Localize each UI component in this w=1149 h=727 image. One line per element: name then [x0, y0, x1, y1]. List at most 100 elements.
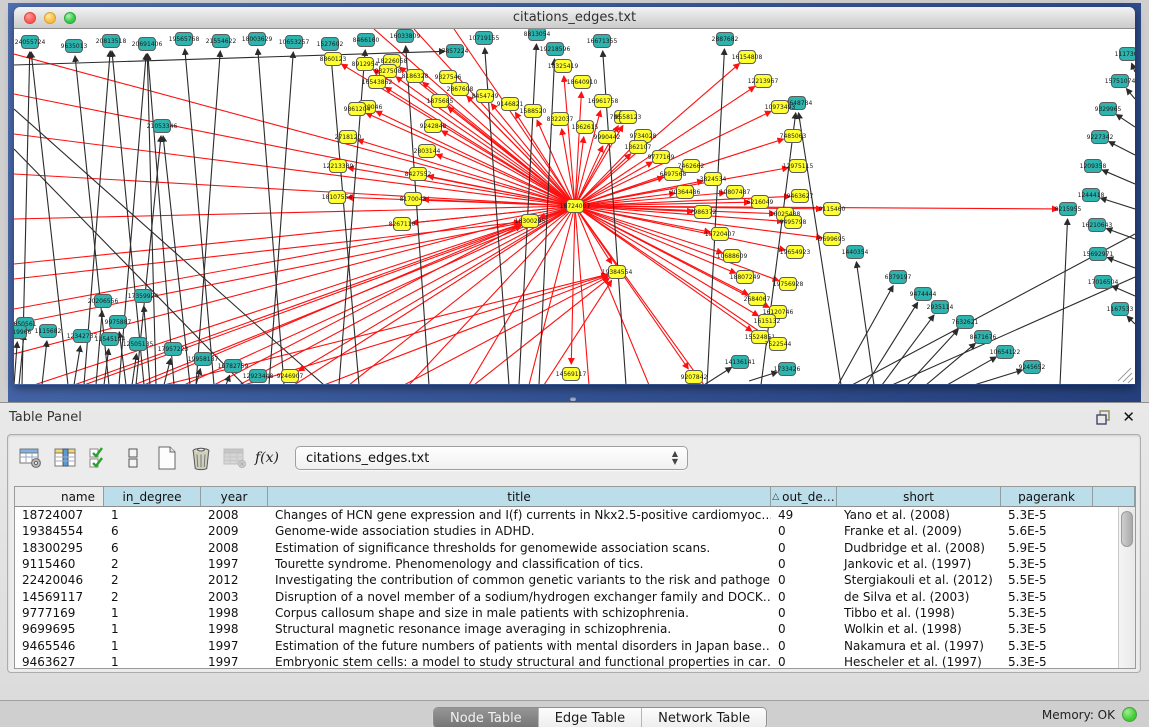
black-citation-edge[interactable] — [164, 359, 171, 384]
black-citation-edge[interactable] — [96, 311, 102, 384]
table-cell-in_degree[interactable]: 1 — [104, 639, 201, 653]
trash-icon[interactable] — [186, 444, 216, 472]
table-cell-year[interactable]: 1998 — [201, 622, 268, 636]
table-cell-name[interactable]: 9465546 — [15, 639, 104, 653]
table-cell-pagerank[interactable]: 5.3E-5 — [1001, 557, 1093, 571]
table-row[interactable]: 977716911998Corpus callosum shape and si… — [15, 605, 1118, 621]
table-row[interactable]: 1830029562008Estimation of significance … — [15, 540, 1118, 556]
table-cell-pagerank[interactable]: 5.3E-5 — [1001, 606, 1093, 620]
table-row[interactable]: 1456911722003Disruption of a novel membe… — [15, 588, 1118, 604]
table-cell-year[interactable]: 2008 — [201, 541, 268, 555]
black-citation-edge[interactable] — [926, 343, 975, 384]
table-cell-name[interactable]: 9777169 — [15, 606, 104, 620]
red-citation-edge[interactable] — [74, 224, 521, 384]
column-header-short[interactable]: short — [837, 487, 1001, 506]
black-citation-edge[interactable] — [132, 354, 137, 384]
table-cell-out_de[interactable]: 49 — [771, 508, 837, 522]
table-cell-name[interactable]: 9115460 — [15, 557, 104, 571]
red-citation-edge[interactable] — [575, 154, 631, 206]
network-window[interactable]: citations_edges.txt 24055724963501320813… — [14, 7, 1135, 385]
black-citation-edge[interactable] — [1107, 258, 1135, 268]
table-cell-out_de[interactable]: 0 — [771, 606, 837, 620]
table-cell-short[interactable]: Hescheler et al. (1997) — [837, 655, 1001, 669]
function-icon[interactable]: f(x) — [254, 444, 284, 472]
column-header-title[interactable]: title — [268, 487, 771, 506]
black-citation-edge[interactable] — [1106, 228, 1135, 239]
black-citation-edge[interactable] — [119, 54, 146, 384]
table-cell-title[interactable]: Corpus callosum shape and size in male p… — [268, 606, 771, 620]
red-citation-edge[interactable] — [575, 92, 581, 206]
table-cell-title[interactable]: Investigating the contribution of common… — [268, 573, 771, 587]
row-checks-icon[interactable] — [84, 444, 114, 472]
table-cell-name[interactable]: 19384554 — [15, 524, 104, 538]
black-citation-edge[interactable] — [856, 262, 874, 384]
black-citation-edge[interactable] — [19, 334, 24, 384]
table-cell-title[interactable]: Structural magnetic resonance image aver… — [268, 622, 771, 636]
column-header-pagerank[interactable]: pagerank — [1001, 487, 1093, 506]
red-citation-edge[interactable] — [14, 222, 520, 279]
column-header-in_degree[interactable]: in_degree — [104, 487, 201, 506]
citation-network-graph[interactable]: 2405572496350132081351820691406195657682… — [14, 29, 1135, 384]
black-citation-edge[interactable] — [1060, 219, 1068, 384]
table-cell-short[interactable]: Dudbridge et al. (2008) — [837, 541, 1001, 555]
table-cell-out_de[interactable]: 0 — [771, 541, 837, 555]
table-cell-pagerank[interactable]: 5.5E-5 — [1001, 573, 1093, 587]
red-citation-edge[interactable] — [385, 87, 575, 206]
black-citation-edge[interactable] — [749, 372, 777, 381]
table-cell-out_de[interactable]: 0 — [771, 655, 837, 669]
table-cell-year[interactable]: 1997 — [201, 557, 268, 571]
table-cell-in_degree[interactable]: 6 — [104, 541, 201, 555]
table-cell-year[interactable]: 2009 — [201, 524, 268, 538]
table-cell-in_degree[interactable]: 2 — [104, 590, 201, 604]
table-cell-title[interactable]: Estimation of significance thresholds fo… — [268, 541, 771, 555]
table-cell-pagerank[interactable]: 5.6E-5 — [1001, 524, 1093, 538]
black-citation-edge[interactable] — [882, 315, 934, 384]
black-citation-edge[interactable] — [42, 341, 47, 384]
column-select-icon[interactable] — [50, 444, 80, 472]
black-citation-edge[interactable] — [1109, 142, 1135, 155]
table-scrollbar-thumb[interactable] — [1121, 511, 1133, 547]
table-cell-in_degree[interactable]: 1 — [104, 655, 201, 669]
window-resize-grip[interactable] — [1118, 368, 1133, 383]
table-cell-title[interactable]: Embryonic stem cells: a model to study s… — [268, 655, 771, 669]
table-row[interactable]: 911546021997Tourette syndrome. Phenomeno… — [15, 556, 1118, 572]
table-row[interactable]: 1872400712008Changes of HCN gene express… — [15, 507, 1118, 523]
table-cell-name[interactable]: 22420046 — [15, 573, 104, 587]
red-citation-edge[interactable] — [34, 206, 575, 384]
table-cell-pagerank[interactable]: 5.9E-5 — [1001, 541, 1093, 555]
table-cell-pagerank[interactable]: 5.3E-5 — [1001, 508, 1093, 522]
black-citation-edge[interactable] — [406, 46, 429, 384]
red-citation-edge[interactable] — [14, 206, 575, 309]
table-row[interactable]: 1938455462009Genome-wide association stu… — [15, 523, 1118, 539]
table-cell-pagerank[interactable]: 5.3E-5 — [1001, 639, 1093, 653]
table-settings-icon[interactable] — [16, 444, 46, 472]
table-cell-short[interactable]: Nakamura et al. (1997) — [837, 639, 1001, 653]
black-citation-edge[interactable] — [838, 286, 893, 384]
table-cell-name[interactable]: 18300295 — [15, 541, 104, 555]
table-cell-short[interactable]: Stergiakouli et al. (2012) — [837, 573, 1001, 587]
red-citation-edge[interactable] — [409, 206, 575, 384]
table-cell-in_degree[interactable]: 2 — [104, 573, 201, 587]
black-citation-edge[interactable] — [269, 52, 293, 384]
table-cell-year[interactable]: 1997 — [201, 639, 268, 653]
black-citation-edge[interactable] — [226, 375, 230, 384]
table-cell-in_degree[interactable]: 2 — [104, 557, 201, 571]
table-cell-name[interactable]: 9699695 — [15, 622, 104, 636]
table-scrollbar[interactable] — [1118, 507, 1135, 668]
red-citation-edge[interactable] — [214, 226, 521, 384]
table-cell-pagerank[interactable]: 5.3E-5 — [1001, 590, 1093, 604]
network-window-titlebar[interactable]: citations_edges.txt — [14, 7, 1135, 29]
table-cell-name[interactable]: 14569117 — [15, 590, 104, 604]
new-document-icon[interactable] — [152, 444, 182, 472]
black-citation-edge[interactable] — [1132, 63, 1135, 72]
table-cell-name[interactable]: 9463627 — [15, 655, 104, 669]
panel-splitter-handle[interactable] — [570, 397, 576, 401]
table-cell-in_degree[interactable]: 1 — [104, 606, 201, 620]
column-header-name[interactable]: name — [15, 487, 104, 506]
close-panel-icon[interactable]: ✕ — [1122, 408, 1135, 426]
red-citation-edge[interactable] — [374, 29, 575, 206]
table-cell-out_de[interactable]: 0 — [771, 622, 837, 636]
table-cell-in_degree[interactable]: 6 — [104, 524, 201, 538]
table-cell-out_de[interactable]: 0 — [771, 639, 837, 653]
table-cell-short[interactable]: Wolkin et al. (1998) — [837, 622, 1001, 636]
